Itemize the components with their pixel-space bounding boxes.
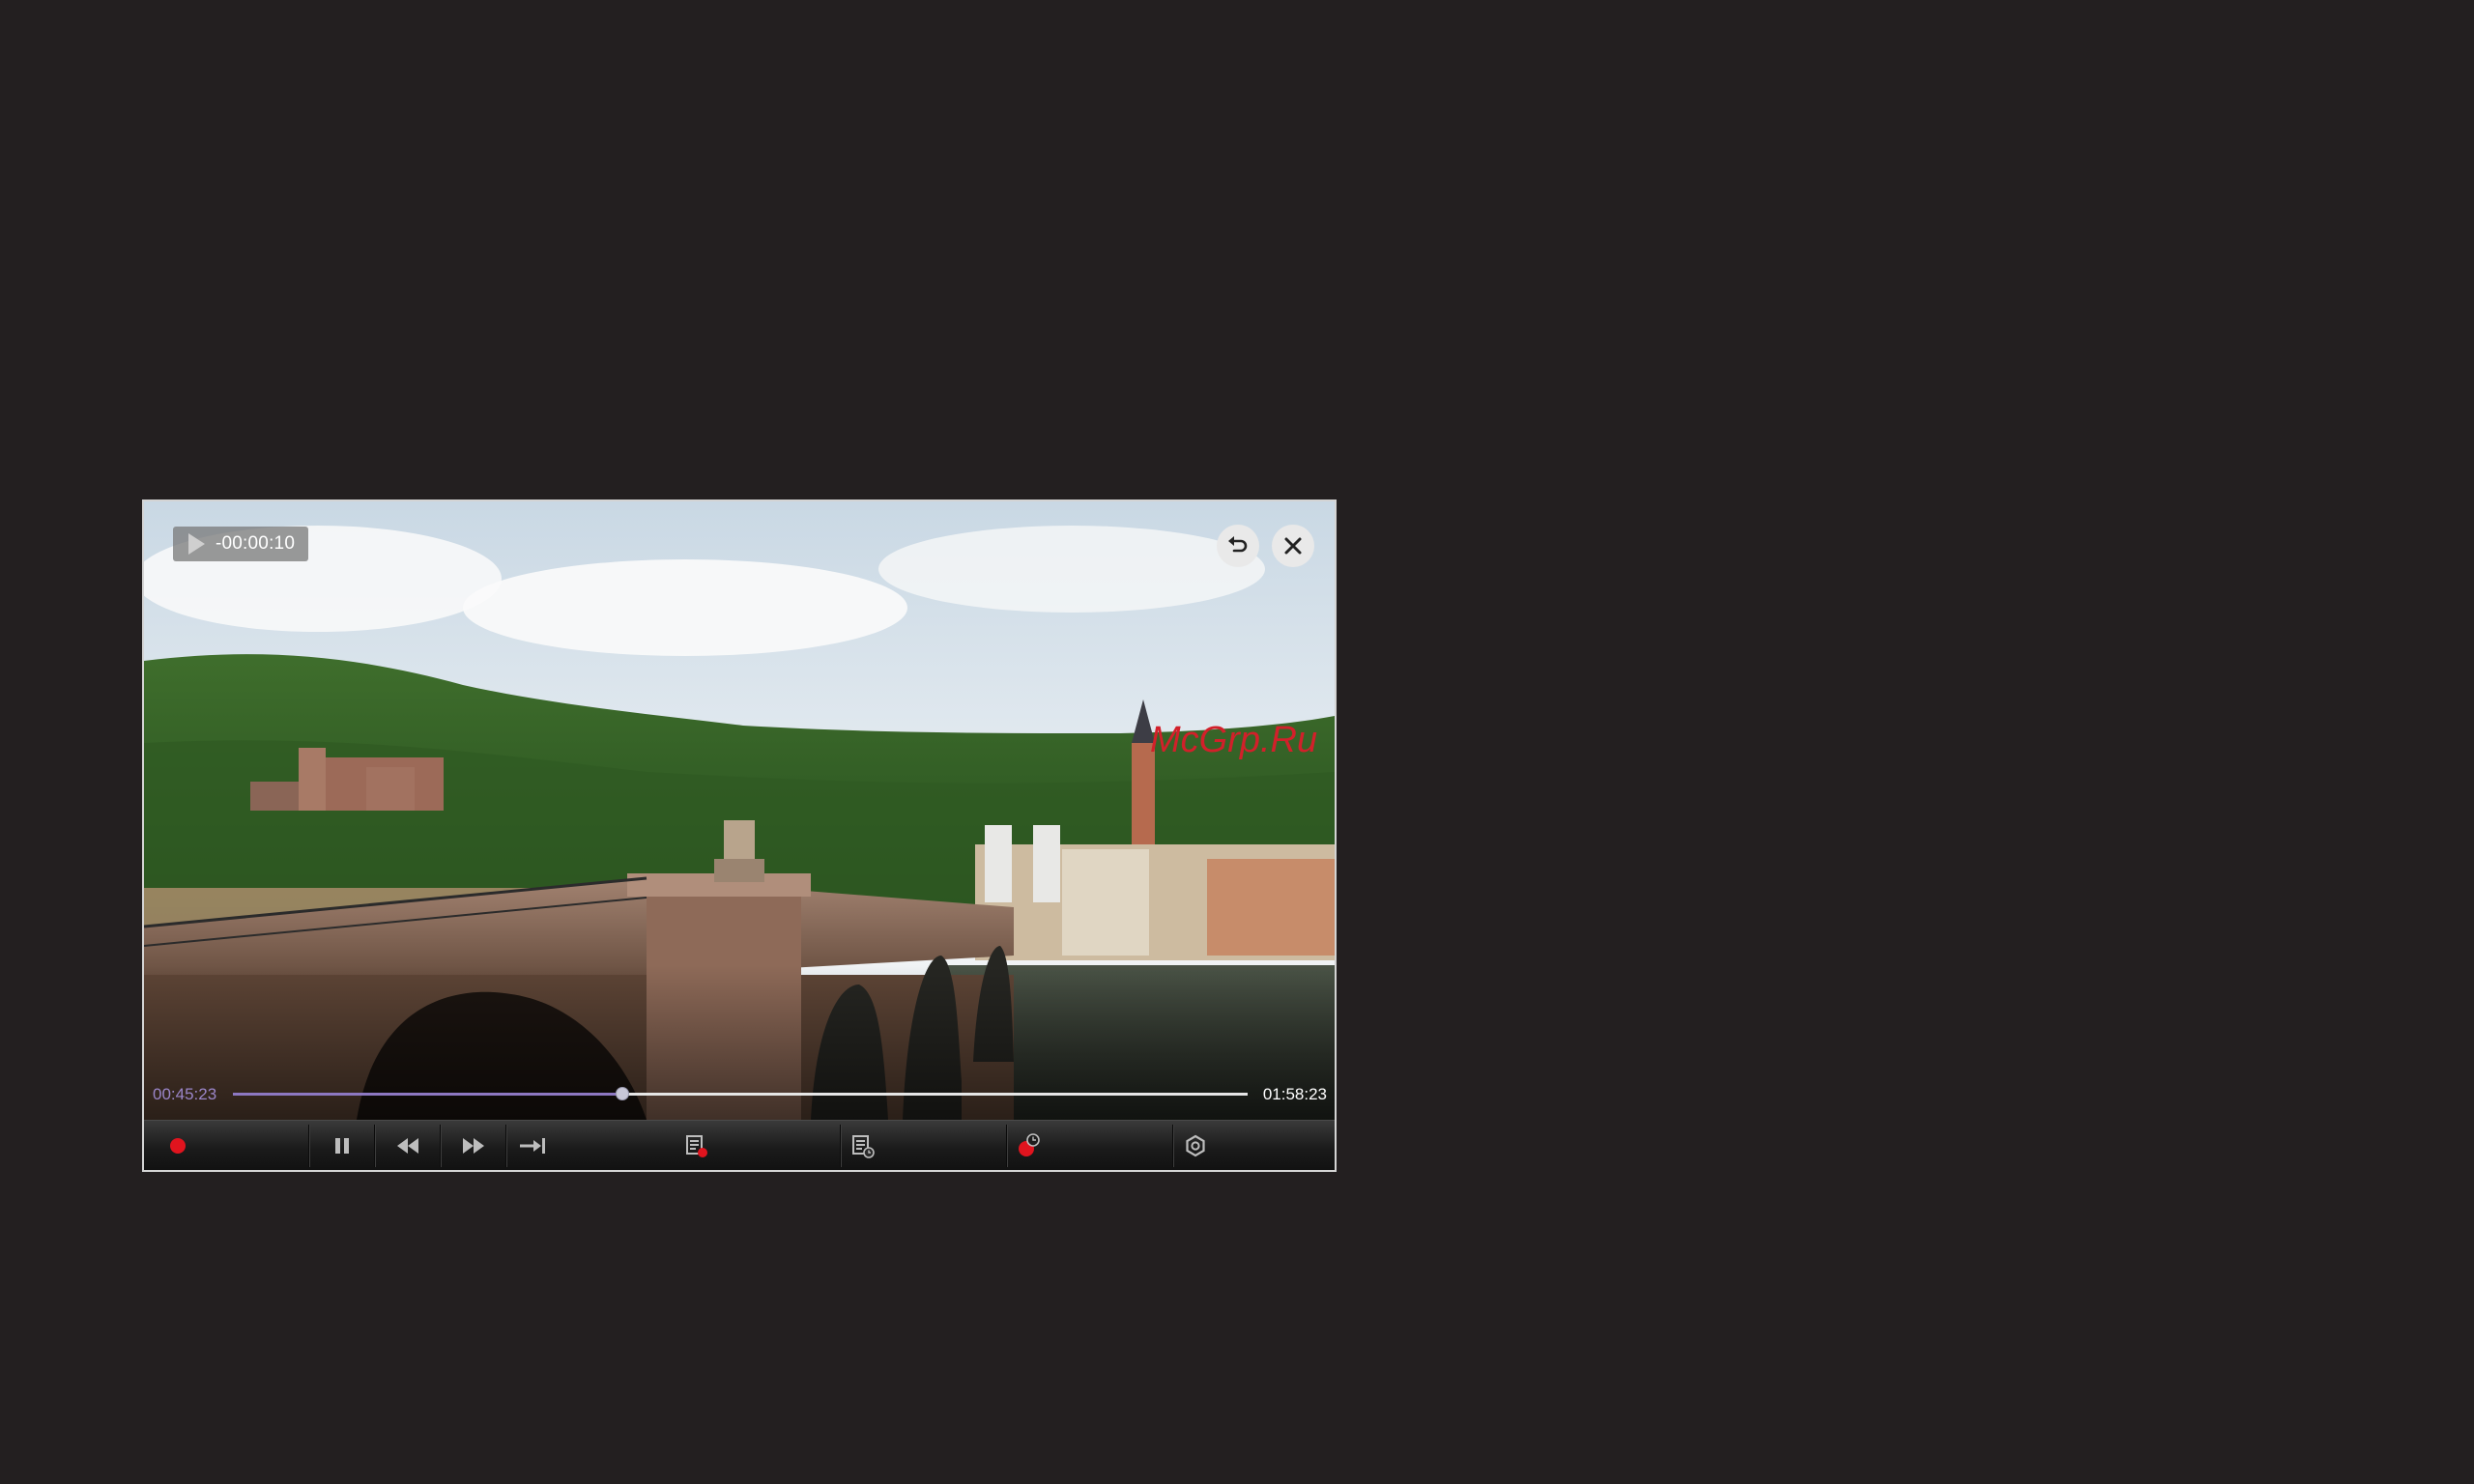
- video-player: -00:00:10 McGrp.Ru 00:45:23 01:58:23: [142, 499, 1337, 1172]
- close-button[interactable]: [1272, 525, 1314, 567]
- watermark: McGrp.Ru: [1150, 720, 1318, 760]
- close-icon: [1284, 537, 1302, 555]
- video-frame[interactable]: [144, 501, 1335, 1120]
- total-time: 01:58:23: [1262, 1085, 1327, 1103]
- record-button[interactable]: [161, 1121, 194, 1170]
- back-icon: [1228, 536, 1248, 553]
- current-time: 00:45:23: [153, 1085, 217, 1103]
- pause-icon: [335, 1138, 349, 1154]
- play-icon: [188, 533, 205, 555]
- fast-forward-button[interactable]: [442, 1121, 505, 1170]
- settings-icon: [1186, 1134, 1205, 1157]
- control-bar: [144, 1120, 1335, 1170]
- record-icon: [170, 1138, 186, 1154]
- rewind-icon: [397, 1138, 418, 1154]
- fast-forward-icon: [463, 1138, 484, 1154]
- skip-indicator: -00:00:10: [173, 527, 308, 561]
- seek-bar-fill: [233, 1093, 623, 1096]
- schedule-list-icon: [852, 1135, 875, 1158]
- skip-to-end-icon: [520, 1138, 545, 1154]
- recordings-list-icon: [686, 1135, 707, 1157]
- scheduled-record-icon: [1019, 1133, 1040, 1156]
- recordings-list-button[interactable]: [676, 1121, 718, 1170]
- pause-button[interactable]: [310, 1121, 374, 1170]
- back-button[interactable]: [1217, 525, 1259, 567]
- scheduled-record-button[interactable]: [1008, 1121, 1050, 1170]
- skip-to-end-button[interactable]: [507, 1121, 558, 1170]
- settings-button[interactable]: [1174, 1121, 1217, 1170]
- skip-time-label: -00:00:10: [216, 533, 296, 554]
- schedule-list-button[interactable]: [842, 1121, 884, 1170]
- rewind-button[interactable]: [376, 1121, 440, 1170]
- seek-bar[interactable]: [233, 1087, 1248, 1100]
